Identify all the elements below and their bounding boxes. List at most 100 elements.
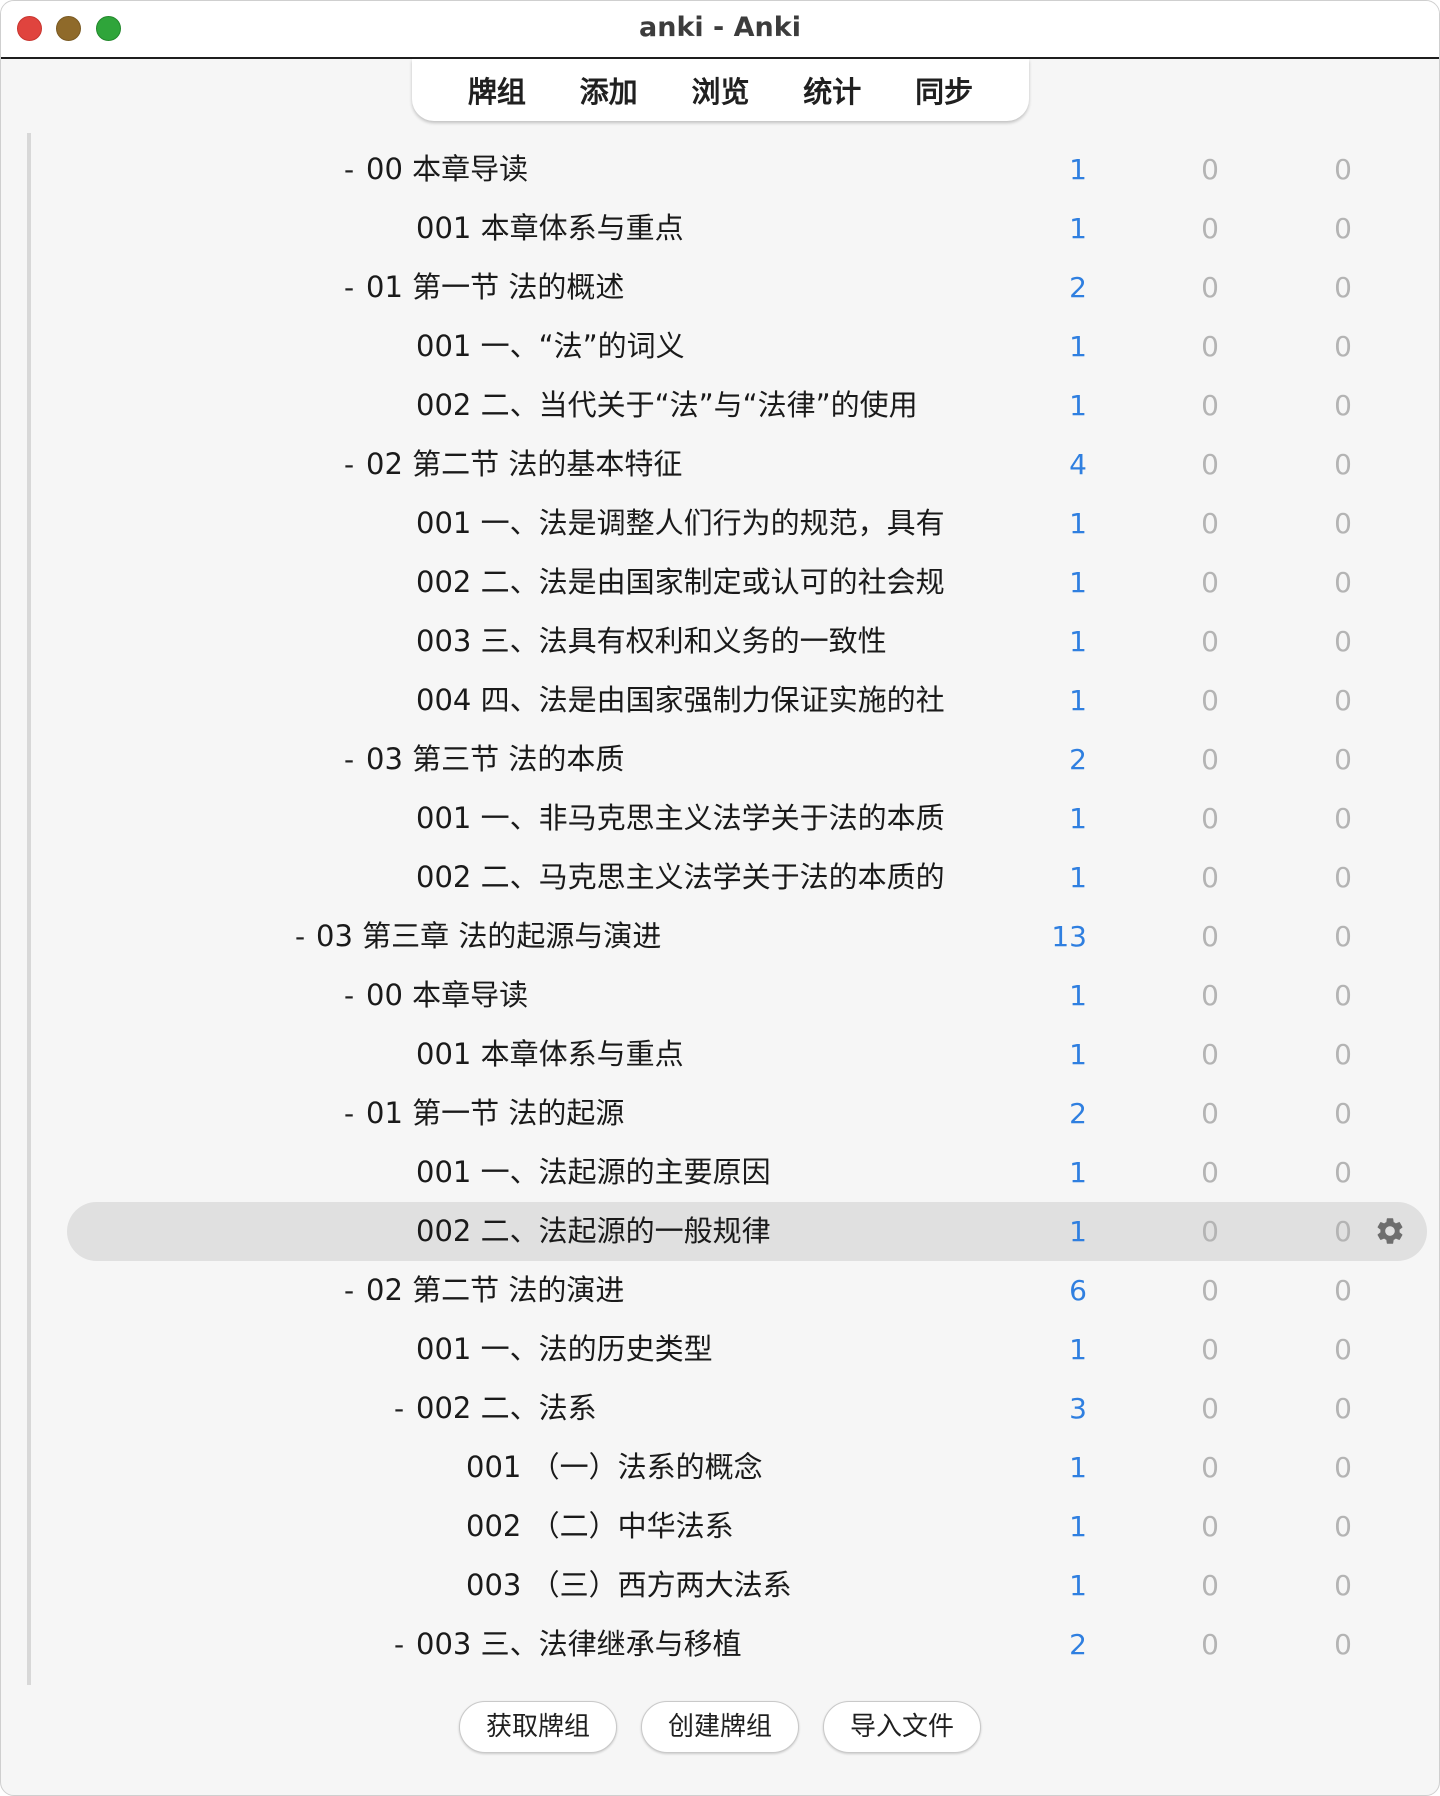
deck-name[interactable]: 001 一、“法”的词义 (416, 317, 685, 376)
deck-row[interactable]: 001 （一）法系的概念 1 0 0 (67, 1438, 1427, 1497)
learn-count: 0 (1201, 1097, 1219, 1130)
deck-name[interactable]: 003 三、法律继承与移植 (416, 1615, 742, 1674)
deck-row[interactable]: 001 一、非马克思主义法学关于法的本质 1 0 0 (67, 789, 1427, 848)
deck-name[interactable]: 003 三、法具有权利和义务的一致性 (416, 612, 887, 671)
deck-row[interactable]: -02 第二节 法的基本特征 4 0 0 (67, 435, 1427, 494)
learn-count: 0 (1201, 507, 1219, 540)
tab-decks[interactable]: 牌组 (458, 65, 536, 115)
deck-row[interactable]: 001 本章体系与重点 1 0 0 (67, 1025, 1427, 1084)
deck-row[interactable]: -02 第二节 法的演进 6 0 0 (67, 1261, 1427, 1320)
new-count: 1 (1069, 625, 1087, 658)
deck-row[interactable]: -03 第三节 法的本质 2 0 0 (67, 730, 1427, 789)
deck-name[interactable]: 003 （三）西方两大法系 (466, 1556, 792, 1615)
deck-row[interactable]: -01 第一节 法的概述 2 0 0 (67, 258, 1427, 317)
tab-browse[interactable]: 浏览 (681, 65, 759, 115)
deck-name[interactable]: 001 一、非马克思主义法学关于法的本质 (416, 789, 945, 848)
deck-row[interactable]: -03 第三章 法的起源与演进 13 0 0 (67, 907, 1427, 966)
deck-name[interactable]: 001 一、法是调整人们行为的规范，具有 (416, 494, 945, 553)
new-count: 1 (1069, 212, 1087, 245)
get-shared-decks-button[interactable]: 获取牌组 (458, 1701, 617, 1753)
deck-name[interactable]: 01 第一节 法的起源 (366, 1084, 624, 1143)
deck-name[interactable]: 001 本章体系与重点 (416, 1025, 684, 1084)
deck-row[interactable]: -00 本章导读 1 0 0 (67, 140, 1427, 199)
deck-row[interactable]: 002 二、法是由国家制定或认可的社会规 1 0 0 (67, 553, 1427, 612)
review-count: 0 (1334, 802, 1352, 835)
deck-row[interactable]: 002 二、当代关于“法”与“法律”的使用 1 0 0 (67, 376, 1427, 435)
deck-name[interactable]: 002 二、法是由国家制定或认可的社会规 (416, 553, 945, 612)
collapse-toggle[interactable]: - (388, 1379, 410, 1438)
deck-row[interactable]: 002 二、马克思主义法学关于法的本质的 1 0 0 (67, 848, 1427, 907)
learn-count: 0 (1201, 1274, 1219, 1307)
collapse-toggle[interactable]: - (338, 435, 360, 494)
deck-name[interactable]: 01 第一节 法的概述 (366, 258, 624, 317)
deck-name[interactable]: 02 第二节 法的基本特征 (366, 435, 682, 494)
main-toolbar: 牌组 添加 浏览 统计 同步 (412, 59, 1029, 121)
learn-count: 0 (1201, 1510, 1219, 1543)
collapse-toggle[interactable]: - (338, 1261, 360, 1320)
title-bar: anki - Anki (1, 1, 1439, 59)
create-deck-button[interactable]: 创建牌组 (640, 1701, 799, 1753)
learn-count: 0 (1201, 153, 1219, 186)
deck-row[interactable]: 001 一、法是调整人们行为的规范，具有 1 0 0 (67, 494, 1427, 553)
learn-count: 0 (1201, 625, 1219, 658)
review-count: 0 (1334, 448, 1352, 481)
deck-name[interactable]: 002 二、当代关于“法”与“法律”的使用 (416, 376, 918, 435)
collapse-toggle[interactable]: - (338, 258, 360, 317)
deck-name[interactable]: 03 第三章 法的起源与演进 (316, 907, 661, 966)
deck-name[interactable]: 00 本章导读 (366, 140, 528, 199)
review-count: 0 (1334, 1392, 1352, 1425)
collapse-toggle[interactable]: - (388, 1615, 410, 1674)
collapse-toggle[interactable]: - (338, 1084, 360, 1143)
deck-row[interactable]: 003 （三）西方两大法系 1 0 0 (67, 1556, 1427, 1615)
review-count: 0 (1334, 389, 1352, 422)
tab-sync[interactable]: 同步 (905, 65, 983, 115)
deck-row[interactable]: 001 一、“法”的词义 1 0 0 (67, 317, 1427, 376)
deck-name[interactable]: 001 一、法的历史类型 (416, 1320, 713, 1379)
deck-row[interactable]: 001 一、法起源的主要原因 1 0 0 (67, 1143, 1427, 1202)
review-count: 0 (1334, 1628, 1352, 1661)
deck-row[interactable]: 003 三、法具有权利和义务的一致性 1 0 0 (67, 612, 1427, 671)
deck-row[interactable]: 001 本章体系与重点 1 0 0 (67, 199, 1427, 258)
learn-count: 0 (1201, 979, 1219, 1012)
deck-name[interactable]: 002 二、马克思主义法学关于法的本质的 (416, 848, 945, 907)
learn-count: 0 (1201, 566, 1219, 599)
gear-icon[interactable] (1374, 1215, 1406, 1247)
deck-row[interactable]: -002 二、法系 3 0 0 (67, 1379, 1427, 1438)
collapse-toggle[interactable]: - (338, 730, 360, 789)
deck-name[interactable]: 004 四、法是由国家强制力保证实施的社 (416, 671, 945, 730)
deck-row[interactable]: 002 二、法起源的一般规律 1 0 0 (67, 1202, 1427, 1261)
import-file-button[interactable]: 导入文件 (823, 1701, 982, 1753)
new-count: 2 (1069, 1097, 1087, 1130)
collapse-toggle[interactable]: - (289, 907, 311, 966)
deck-row[interactable]: 001 一、法的历史类型 1 0 0 (67, 1320, 1427, 1379)
deck-row[interactable]: -01 第一节 法的起源 2 0 0 (67, 1084, 1427, 1143)
deck-name[interactable]: 002 二、法起源的一般规律 (416, 1202, 771, 1261)
deck-name[interactable]: 002 二、法系 (416, 1379, 597, 1438)
review-count: 0 (1334, 1156, 1352, 1189)
deck-row[interactable]: 004 四、法是由国家强制力保证实施的社 1 0 0 (67, 671, 1427, 730)
learn-count: 0 (1201, 1628, 1219, 1661)
new-count: 4 (1069, 448, 1087, 481)
review-count: 0 (1334, 271, 1352, 304)
new-count: 1 (1069, 389, 1087, 422)
deck-name[interactable]: 03 第三节 法的本质 (366, 730, 624, 789)
learn-count: 0 (1201, 743, 1219, 776)
new-count: 1 (1069, 1215, 1087, 1248)
collapse-toggle[interactable]: - (338, 966, 360, 1025)
new-count: 1 (1069, 330, 1087, 363)
deck-name[interactable]: 02 第二节 法的演进 (366, 1261, 624, 1320)
new-count: 1 (1069, 1333, 1087, 1366)
new-count: 6 (1069, 1274, 1087, 1307)
deck-row[interactable]: -003 三、法律继承与移植 2 0 0 (67, 1615, 1427, 1674)
tab-add[interactable]: 添加 (570, 65, 648, 115)
collapse-toggle[interactable]: - (338, 140, 360, 199)
deck-name[interactable]: 00 本章导读 (366, 966, 528, 1025)
deck-row[interactable]: -00 本章导读 1 0 0 (67, 966, 1427, 1025)
new-count: 1 (1069, 1038, 1087, 1071)
deck-name[interactable]: 001 （一）法系的概念 (466, 1438, 763, 1497)
deck-name[interactable]: 001 一、法起源的主要原因 (416, 1143, 771, 1202)
deck-name[interactable]: 002 （二）中华法系 (466, 1497, 734, 1556)
deck-row[interactable]: 002 （二）中华法系 1 0 0 (67, 1497, 1427, 1556)
tab-stats[interactable]: 统计 (793, 65, 871, 115)
deck-name[interactable]: 001 本章体系与重点 (416, 199, 684, 258)
